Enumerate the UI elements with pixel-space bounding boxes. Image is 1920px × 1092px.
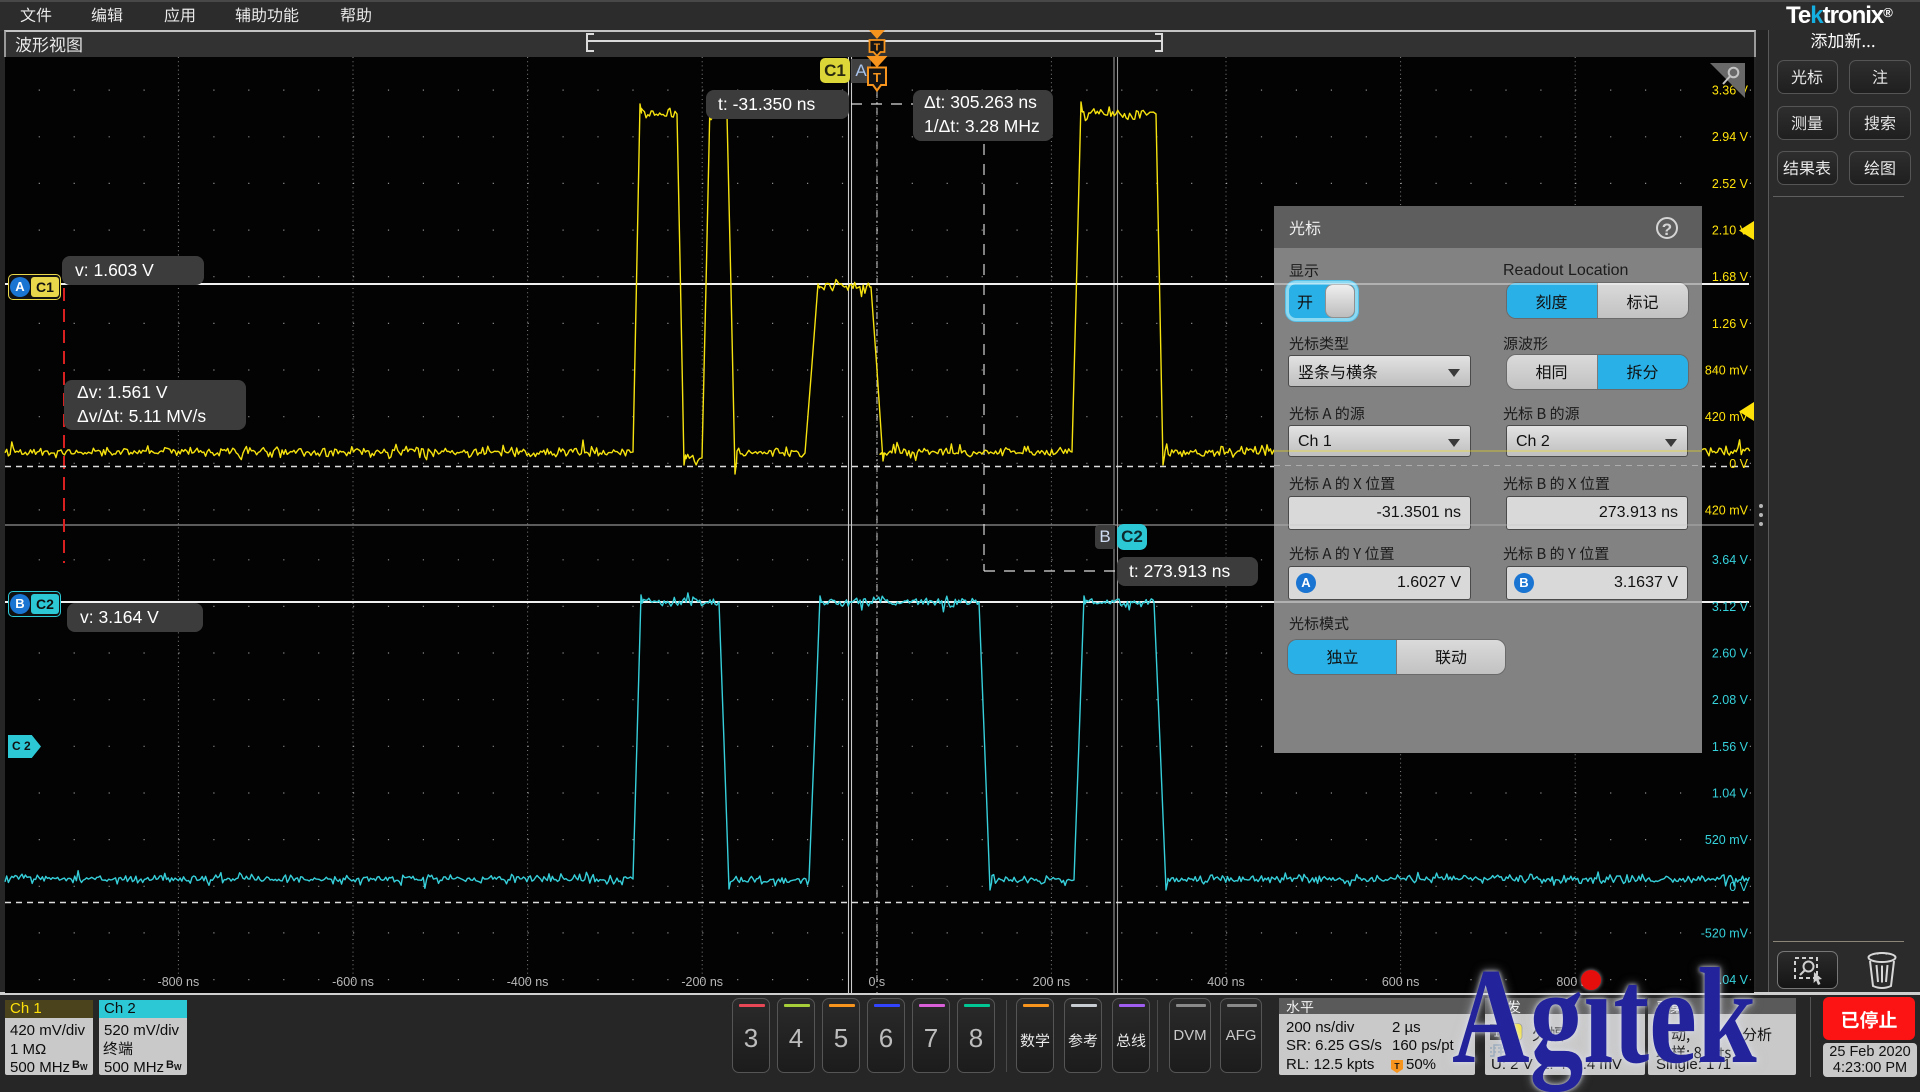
svg-text:1.26 V: 1.26 V (1712, 317, 1749, 331)
svg-text:-400 ns: -400 ns (507, 975, 549, 989)
svg-text:2.08 V: 2.08 V (1712, 693, 1749, 707)
svg-text:1.56 V: 1.56 V (1712, 740, 1749, 754)
svg-text:600 ns: 600 ns (1382, 975, 1420, 989)
svg-text:840 mV: 840 mV (1705, 364, 1749, 378)
svg-text:1.04 V: 1.04 V (1712, 787, 1749, 801)
svg-text:400 ns: 400 ns (1207, 975, 1245, 989)
svg-text:0 V: 0 V (1729, 880, 1748, 894)
svg-text:3.12 V: 3.12 V (1712, 600, 1749, 614)
svg-text:420 mV: 420 mV (1705, 504, 1749, 518)
svg-text:200 ns: 200 ns (1033, 975, 1071, 989)
svg-text:0 V: 0 V (1729, 457, 1748, 471)
svg-text:2.94 V: 2.94 V (1712, 130, 1749, 144)
svg-text:520 mV: 520 mV (1705, 833, 1749, 847)
svg-text:-200 ns: -200 ns (681, 975, 723, 989)
svg-text:-800 ns: -800 ns (158, 975, 200, 989)
svg-text:3.64 V: 3.64 V (1712, 553, 1749, 567)
svg-text:2.60 V: 2.60 V (1712, 647, 1749, 661)
svg-text:1.68 V: 1.68 V (1712, 270, 1749, 284)
svg-text:-520 mV: -520 mV (1701, 926, 1749, 940)
svg-text:-600 ns: -600 ns (332, 975, 374, 989)
svg-text:0 s: 0 s (868, 975, 885, 989)
svg-text:2.52 V: 2.52 V (1712, 177, 1749, 191)
